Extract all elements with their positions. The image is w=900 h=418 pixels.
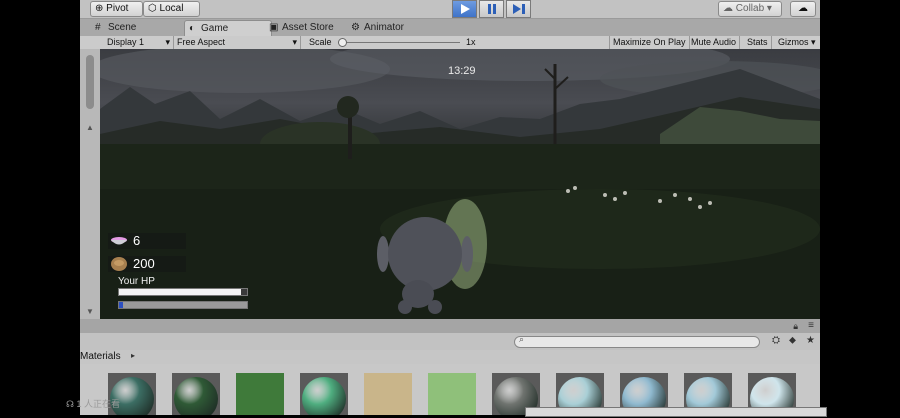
game-scene	[100, 49, 820, 319]
local-button[interactable]: ⬡ Local	[143, 1, 200, 17]
scroll-up-icon[interactable]: ▲	[86, 123, 94, 132]
gizmos-dropdown[interactable]: Gizmos ▾	[775, 36, 819, 49]
pivot-label: Pivot	[106, 3, 129, 14]
favorite-icon[interactable]: ★	[806, 335, 815, 346]
maximize-label: Maximize On Play	[613, 37, 686, 47]
play-icon	[460, 4, 470, 14]
search-icon: ⌕	[519, 334, 525, 344]
viewer-count-label: 1 人正在看	[76, 399, 121, 409]
chevron-down-icon: ▾	[165, 37, 170, 47]
gem-count: 6	[133, 233, 141, 248]
tab-bar: # Scene ◐ Game ▣ Asset Store ⚙ Animator	[80, 19, 820, 37]
stats-toggle[interactable]: Stats	[744, 36, 772, 49]
search-input[interactable]: ⌕	[514, 334, 760, 348]
timer-text: 13:29	[448, 65, 476, 77]
chevron-down-icon: ▾	[811, 37, 816, 47]
project-search-bar: ⌕ ⛭ ⬥ ★	[80, 333, 820, 351]
collab-label: Collab	[735, 3, 765, 14]
material-thumbnail[interactable]	[236, 373, 284, 415]
scale-control: Scale 1x	[306, 36, 612, 49]
mute-audio-toggle[interactable]: Mute Audio	[688, 36, 741, 49]
scroll-down-icon[interactable]: ▼	[86, 307, 94, 316]
cloud-button[interactable]: ☁	[790, 1, 816, 17]
tab-animator[interactable]: ⚙ Animator	[348, 20, 434, 36]
tab-animator-label: Animator	[364, 22, 405, 33]
display-dropdown[interactable]: Display 1 ▾	[104, 36, 174, 49]
gizmos-label: Gizmos	[778, 37, 809, 47]
materials-label[interactable]: Materials	[80, 351, 121, 362]
filter-by-type-icon[interactable]: ⛭	[772, 335, 780, 346]
coin-counter: 200	[108, 256, 186, 272]
display-label: Display 1	[107, 37, 145, 47]
filter-by-label-icon[interactable]: ⬥	[789, 335, 796, 346]
left-panel: ▲ ▼	[80, 49, 100, 319]
hp-label: Your HP	[118, 276, 155, 287]
materials-breadcrumb: Materials ▸	[80, 350, 820, 364]
bread-icon	[111, 257, 127, 271]
energy-bar-fill	[119, 302, 123, 308]
material-thumbnail[interactable]	[172, 373, 220, 418]
stats-label: Stats	[747, 37, 768, 47]
chevron-down-icon: ▾	[766, 3, 772, 14]
tab-asset-store[interactable]: ▣ Asset Store	[266, 20, 358, 36]
scale-slider-thumb[interactable]	[338, 38, 347, 47]
asset-store-icon: ▣	[269, 22, 279, 33]
viewer-count-watermark: ☊ 1 人正在看	[66, 397, 120, 410]
scrollbar-thumb[interactable]	[86, 55, 94, 109]
scale-label: Scale	[309, 37, 332, 47]
aspect-dropdown[interactable]: Free Aspect ▾	[174, 36, 301, 49]
tab-asset-store-label: Asset Store	[282, 22, 334, 33]
energy-bar	[118, 301, 248, 309]
hp-bar-fill	[119, 289, 241, 295]
pivot-button[interactable]: ⊕ Pivot	[90, 1, 143, 17]
bottom-dock-bar	[525, 407, 827, 417]
panel-separator: 🔒︎ ≡	[80, 319, 820, 333]
scale-slider-track[interactable]	[338, 42, 460, 43]
play-button[interactable]	[452, 0, 477, 18]
chevron-down-icon: ▾	[292, 37, 297, 47]
maximize-on-play-toggle[interactable]: Maximize On Play	[609, 36, 690, 49]
step-icon	[512, 4, 525, 14]
gem-counter: 6	[108, 233, 186, 249]
chevron-right-icon: ▸	[131, 351, 136, 360]
local-icon: ⬡	[148, 3, 157, 14]
pause-icon	[487, 4, 496, 14]
scale-value: 1x	[466, 37, 476, 47]
game-icon: ◐	[189, 23, 196, 34]
tab-scene-label: Scene	[108, 22, 137, 33]
material-thumbnail[interactable]	[428, 373, 476, 415]
tab-game[interactable]: ◐ Game	[184, 20, 272, 37]
game-view[interactable]: 13:29 6 200 Your HP	[100, 49, 820, 319]
collab-button[interactable]: ☁ Collab ▾	[718, 1, 782, 17]
main-toolbar: ⊕ Pivot ⬡ Local ☁ Collab ▾ ☁	[80, 0, 820, 19]
headphones-icon: ☊	[66, 399, 74, 409]
lock-icon[interactable]: 🔒︎	[793, 321, 798, 332]
game-view-toolbar: Display 1 ▾ Free Aspect ▾ Scale 1x Maxim…	[80, 36, 820, 50]
cloud-icon: ☁	[798, 3, 808, 14]
gem-bowl-icon	[111, 237, 127, 245]
scene-icon: #	[95, 22, 101, 33]
pause-button[interactable]	[479, 0, 504, 18]
mute-label: Mute Audio	[691, 37, 737, 47]
cloud-check-icon: ☁	[723, 3, 733, 14]
animator-icon: ⚙	[351, 22, 360, 33]
tab-scene[interactable]: # Scene	[92, 20, 168, 36]
aspect-label: Free Aspect	[177, 37, 226, 47]
menu-icon[interactable]: ≡	[808, 320, 814, 331]
material-thumbnail[interactable]	[364, 373, 412, 415]
tab-game-label: Game	[201, 23, 229, 34]
pivot-icon: ⊕	[95, 3, 104, 14]
coin-count: 200	[133, 256, 155, 271]
material-thumbnail[interactable]	[300, 373, 348, 418]
step-button[interactable]	[506, 0, 531, 18]
hp-bar	[118, 288, 248, 296]
local-label: Local	[159, 3, 184, 14]
